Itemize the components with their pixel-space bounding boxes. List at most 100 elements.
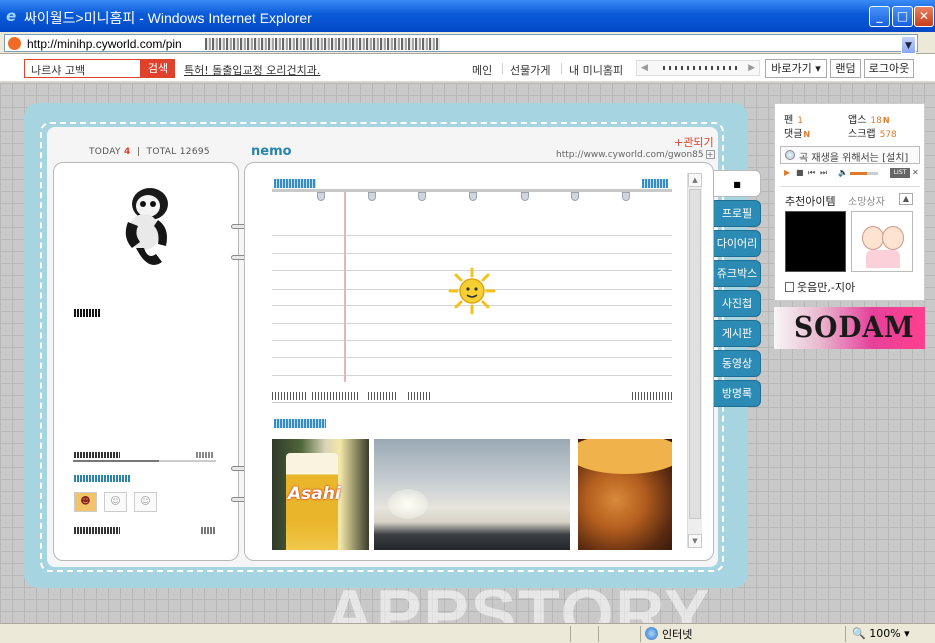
add-favorite-link[interactable]: +관되기	[674, 134, 714, 150]
profile-footer-count	[201, 527, 215, 534]
notebook-more-link[interactable]	[642, 179, 668, 188]
window-titlebar[interactable]: e 싸이월드>미니홈피 - Windows Internet Explorer …	[0, 0, 935, 32]
search-button[interactable]: 검색	[141, 59, 175, 78]
address-dropdown-icon[interactable]: ▼	[901, 36, 916, 54]
minimize-button[interactable]: _	[869, 6, 890, 27]
notebook-rivet	[317, 192, 325, 201]
recommended-items-title[interactable]: 추천아이템	[785, 193, 836, 209]
owner-name: nemo	[251, 144, 292, 159]
recommended-item-name[interactable]: 웃음만,-지아	[785, 279, 855, 295]
notebook-line	[272, 340, 672, 341]
wish-box-tab[interactable]: 소망상자	[848, 193, 885, 208]
stat-apps[interactable]: 앱스 18N	[848, 111, 890, 126]
promo-link[interactable]: 특허! 돌출입교정 오리건치과.	[184, 62, 320, 78]
status-bar: 인터넷 🔍 100% ▾	[0, 623, 935, 643]
stat-comments[interactable]: 댓글N	[784, 125, 810, 140]
rotator-text	[663, 66, 738, 70]
friend-rotator[interactable]: ◀ ▶	[636, 60, 760, 76]
nav-separator	[502, 63, 503, 74]
recommended-item-couple-thumb[interactable]	[851, 211, 913, 272]
volume-slider[interactable]	[850, 172, 878, 175]
tab-diary[interactable]: 다이어리	[714, 230, 761, 257]
footer-text	[408, 392, 430, 400]
stop-icon[interactable]: ■	[796, 168, 804, 177]
document-icon	[785, 282, 794, 292]
profile-progress-bar	[73, 460, 216, 462]
notebook-rivet	[622, 192, 630, 201]
address-field[interactable]: http://minihp.cyworld.com/pin ▼	[4, 34, 918, 54]
profile-footer-link[interactable]	[74, 527, 120, 534]
player-close-icon[interactable]: ✕	[912, 168, 919, 177]
cd-icon	[785, 150, 795, 160]
scroll-thumb[interactable]	[689, 189, 701, 519]
bgm-player[interactable]: 곡 재생을 위해서는 [설치]	[780, 146, 920, 164]
mood-emoticon-1[interactable]: ☻	[74, 492, 97, 512]
close-button[interactable]: ✕	[914, 6, 934, 27]
volume-icon[interactable]: 🔈	[838, 168, 848, 177]
homepage-url[interactable]: http://www.cyworld.com/gwon85 +	[556, 150, 715, 160]
footer-text	[632, 392, 672, 400]
tab-profile[interactable]: 프로필	[714, 200, 761, 227]
stat-fan[interactable]: 펜1	[784, 111, 803, 126]
nav-my-minihompy[interactable]: 내 미니홈피	[569, 62, 623, 78]
main-scrollbar[interactable]: ▲ ▼	[687, 173, 702, 548]
photo-sunset-sky[interactable]	[374, 439, 570, 550]
panda-avatar-image	[125, 188, 168, 265]
random-button[interactable]: 랜덤	[830, 59, 861, 78]
nav-main[interactable]: 메인	[472, 62, 492, 78]
profile-text	[74, 309, 100, 317]
diary-notebook	[272, 175, 672, 385]
scroll-down-icon[interactable]: ▼	[688, 534, 702, 548]
notebook-header	[272, 179, 672, 189]
home-tab-marker-icon: ■	[733, 180, 741, 189]
mood-label	[74, 475, 130, 482]
status-cell	[570, 626, 571, 642]
expand-icon[interactable]: +	[705, 150, 715, 159]
tab-jukebox[interactable]: 쥬크박스	[714, 260, 761, 287]
logout-button[interactable]: 로그아웃	[864, 59, 914, 78]
blurred-url-part	[205, 38, 440, 50]
zoom-level[interactable]: 🔍 100% ▾	[852, 627, 910, 640]
address-url: http://minihp.cyworld.com/pin	[27, 37, 182, 51]
sodam-banner[interactable]: SODAM	[774, 307, 925, 349]
notebook-footer	[272, 392, 672, 403]
prev-track-icon[interactable]: ⏮	[808, 168, 815, 178]
collapse-icon[interactable]: ▲	[899, 193, 913, 205]
recommended-item-black-thumb[interactable]	[785, 211, 846, 272]
notebook-margin-line	[344, 192, 346, 382]
recent-photos-title[interactable]	[274, 419, 326, 428]
next-arrow-icon[interactable]: ▶	[748, 61, 755, 75]
search-input[interactable]: 나르샤 고백	[24, 59, 141, 78]
mood-emoticon-3[interactable]: ☺	[134, 492, 157, 512]
scroll-up-icon[interactable]: ▲	[688, 173, 702, 187]
notebook-line	[272, 235, 672, 236]
photo-face-closeup[interactable]	[578, 439, 672, 550]
tab-video[interactable]: 동영상	[714, 350, 761, 377]
notebook-line	[272, 323, 672, 324]
player-controls: ▶ ■ ⏮ ⏭ 🔈 LIST ✕	[784, 168, 919, 180]
mood-emoticon-2[interactable]: ☺	[104, 492, 127, 512]
notebook-title[interactable]	[274, 179, 316, 188]
nav-gift-shop[interactable]: 선물가게	[510, 62, 550, 78]
tab-board[interactable]: 게시판	[714, 320, 761, 347]
notebook-rivet	[418, 192, 426, 201]
playlist-button[interactable]: LIST	[890, 168, 910, 178]
notebook-rivet	[368, 192, 376, 201]
maximize-button[interactable]: □	[892, 6, 913, 27]
sun-weather-icon	[448, 267, 496, 315]
photo-beer-glass[interactable]: Asahi	[272, 439, 369, 550]
widget-divider	[780, 186, 920, 187]
tab-guestbook[interactable]: 방명록	[714, 380, 761, 407]
stat-scrap[interactable]: 스크랩 578	[848, 125, 897, 140]
visitor-counter: TODAY 4 | TOTAL 12695	[89, 147, 210, 157]
tab-photos[interactable]: 사진첩	[714, 290, 761, 317]
prev-arrow-icon[interactable]: ◀	[641, 61, 648, 75]
next-track-icon[interactable]: ⏭	[820, 168, 827, 178]
notebook-line	[272, 357, 672, 358]
nav-separator	[561, 63, 562, 74]
tab-home[interactable]: ■	[714, 170, 761, 197]
shortcut-button[interactable]: 바로가기 ▾	[765, 59, 827, 78]
play-icon[interactable]: ▶	[784, 168, 790, 177]
window-title: 싸이월드>미니홈피 - Windows Internet Explorer	[24, 10, 312, 26]
footer-text	[272, 392, 308, 400]
